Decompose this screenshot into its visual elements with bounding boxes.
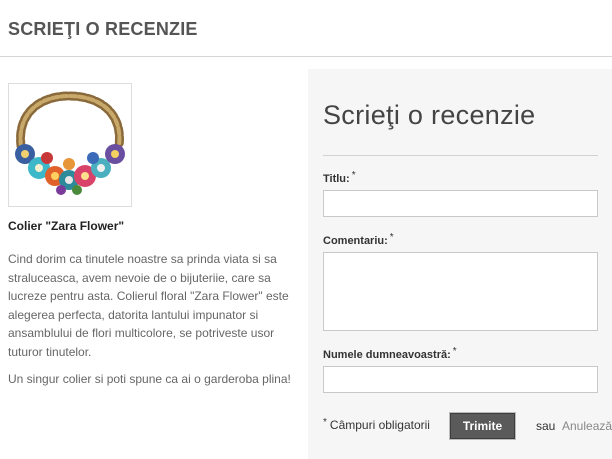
form-divider	[323, 155, 598, 156]
required-mark: *	[389, 232, 394, 243]
submit-button[interactable]: Trimite	[450, 413, 515, 439]
product-image	[8, 83, 132, 207]
title-label: Titlu: *	[323, 170, 356, 185]
form-actions: * Câmpuri obligatorii Trimite sau Anuleaz…	[323, 412, 612, 442]
required-mark: *	[351, 170, 356, 181]
page-header: SCRIEŢI O RECENZIE	[0, 0, 612, 57]
page-title: SCRIEŢI O RECENZIE	[8, 19, 198, 39]
product-description: Cind dorim ca tinutele noastre sa prinda…	[8, 250, 300, 398]
comment-textarea[interactable]	[323, 252, 598, 331]
necklace-image	[15, 91, 125, 195]
required-mark: *	[452, 346, 457, 357]
title-input[interactable]	[323, 190, 598, 217]
product-name: Colier "Zara Flower"	[8, 219, 125, 233]
product-description-paragraph: Un singur colier si poti spune ca ai o g…	[8, 372, 291, 386]
review-form-title: Scrieţi o recenzie	[323, 100, 536, 130]
cancel-link[interactable]: Anulează	[562, 419, 612, 433]
comment-label: Comentariu: *	[323, 232, 394, 247]
review-form-panel: Scrieţi o recenzie Titlu: * Comentariu: * …	[308, 69, 612, 459]
required-fields-note: * Câmpuri obligatorii	[323, 417, 430, 432]
product-description-paragraph: Cind dorim ca tinutele noastre sa prinda…	[8, 252, 289, 359]
name-input[interactable]	[323, 366, 598, 393]
or-separator: sau	[536, 419, 556, 433]
name-label: Numele dumneavoastră: *	[323, 346, 457, 361]
